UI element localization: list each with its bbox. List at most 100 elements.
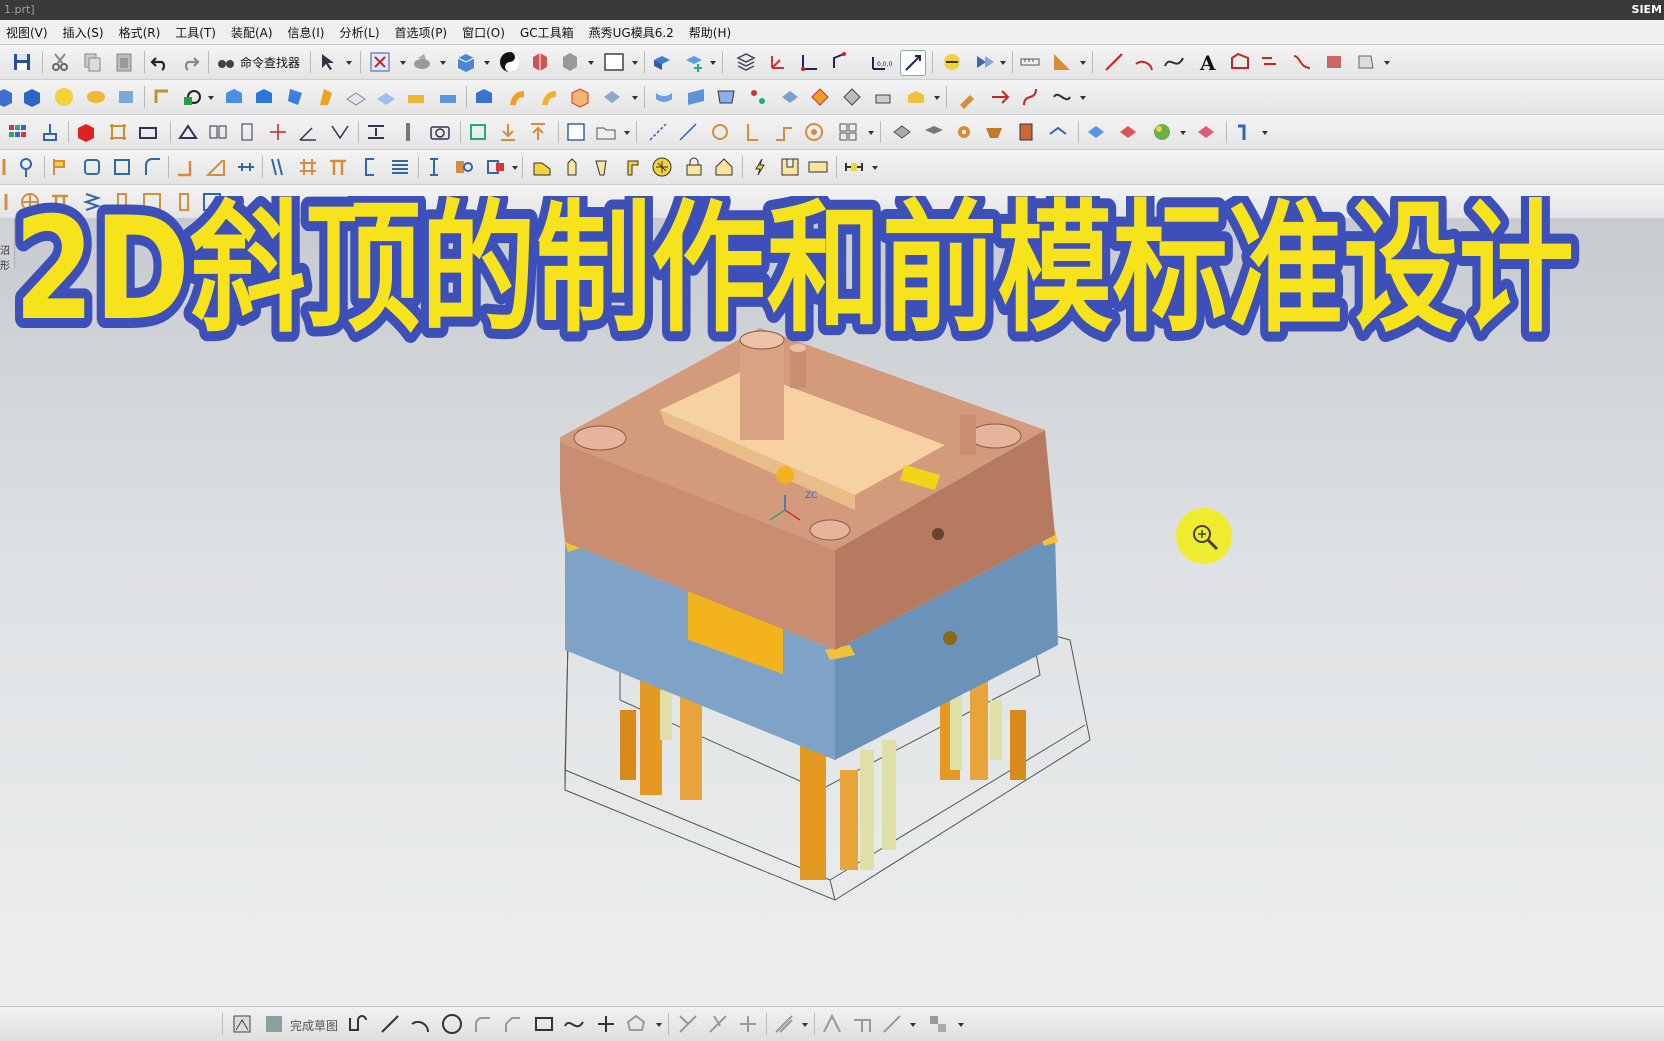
weld-icon[interactable]	[38, 120, 62, 144]
subtract-icon[interactable]	[222, 85, 246, 109]
t-slot-icon[interactable]	[326, 155, 350, 179]
unite-icon[interactable]	[180, 85, 204, 109]
background-icon[interactable]	[602, 50, 626, 74]
l-bracket-icon[interactable]	[620, 155, 644, 179]
pad-icon[interactable]	[374, 85, 398, 109]
download-icon[interactable]	[496, 120, 520, 144]
n-sided-surface-icon[interactable]	[778, 85, 802, 109]
corner-icon[interactable]	[140, 155, 164, 179]
color-palette-icon[interactable]	[6, 120, 30, 144]
constraint-icon[interactable]	[850, 1012, 874, 1036]
shell-icon[interactable]	[568, 85, 592, 109]
offset-curve-icon[interactable]	[1258, 50, 1282, 74]
rectangle-icon[interactable]	[110, 155, 134, 179]
finish-sketch-label[interactable]: 完成草图	[290, 1017, 338, 1034]
divider-bar-icon[interactable]	[396, 120, 420, 144]
color-sphere-icon[interactable]	[1150, 120, 1174, 144]
menu-yanxiu-mold[interactable]: 燕秀UG模具6.2	[583, 24, 680, 41]
slope-icon[interactable]	[204, 155, 228, 179]
ruled-surface-icon[interactable]	[652, 85, 676, 109]
flag-icon[interactable]	[48, 155, 72, 179]
lightning-icon[interactable]	[748, 155, 772, 179]
target-icon[interactable]	[802, 120, 826, 144]
mirror-icon[interactable]	[206, 120, 230, 144]
add-component-icon[interactable]	[682, 50, 706, 74]
offset-sketch-icon[interactable]	[772, 1012, 796, 1036]
polygon-icon[interactable]	[624, 1012, 648, 1036]
shaded-view-icon[interactable]	[454, 50, 478, 74]
play-forward-icon[interactable]	[972, 50, 996, 74]
edge-blend-icon[interactable]	[472, 85, 496, 109]
move-feature-icon[interactable]	[988, 85, 1012, 109]
hole-icon[interactable]	[284, 85, 308, 109]
save-icon[interactable]	[10, 50, 34, 74]
i-beam-icon[interactable]	[422, 155, 446, 179]
ruler-icon[interactable]	[842, 155, 866, 179]
sketch-line-icon[interactable]	[0, 155, 14, 179]
datum-plane-icon[interactable]	[828, 50, 852, 74]
fit-view-icon[interactable]	[368, 50, 392, 74]
render-style-icon[interactable]	[498, 50, 522, 74]
through-curves-icon[interactable]	[684, 85, 708, 109]
angle-icon[interactable]	[296, 120, 320, 144]
menu-help[interactable]: 帮助(H)	[683, 24, 737, 41]
suppress-feature-icon[interactable]	[1050, 85, 1074, 109]
groove-icon[interactable]	[436, 85, 460, 109]
menu-tools[interactable]: 工具(T)	[169, 24, 222, 41]
open-folder-icon[interactable]	[594, 120, 618, 144]
binoculars-icon[interactable]	[214, 50, 238, 74]
pattern-icon[interactable]	[836, 120, 860, 144]
point-icon[interactable]: 0,0,0	[868, 50, 892, 74]
face-delete-icon[interactable]	[1194, 120, 1218, 144]
surface-pattern-icon[interactable]	[890, 120, 914, 144]
sprue-icon[interactable]	[466, 120, 490, 144]
menu-preferences[interactable]: 首选项(P)	[389, 24, 454, 41]
workpiece-icon[interactable]	[106, 120, 130, 144]
assembly-icon[interactable]	[650, 50, 674, 74]
spline-icon[interactable]	[1162, 50, 1186, 74]
slide-icon[interactable]	[328, 120, 352, 144]
profile-icon[interactable]	[346, 1012, 370, 1036]
face-offset-icon[interactable]	[1116, 120, 1140, 144]
analysis-icon[interactable]	[1232, 120, 1256, 144]
wcs-orient-icon[interactable]	[900, 50, 926, 76]
rounded-rect-icon[interactable]	[80, 155, 104, 179]
command-finder-label[interactable]: 命令查找器	[240, 54, 300, 71]
cutter-icon[interactable]	[982, 120, 1006, 144]
quick-trim-icon[interactable]	[676, 1012, 700, 1036]
sweep-icon[interactable]	[150, 85, 174, 109]
drill-icon[interactable]	[590, 155, 614, 179]
pin-icon[interactable]	[14, 155, 38, 179]
paste-icon[interactable]	[112, 50, 136, 74]
sketch-line-tool-icon[interactable]	[378, 1012, 402, 1036]
step-icon[interactable]	[772, 120, 796, 144]
copy-icon[interactable]	[80, 50, 104, 74]
section-view-icon[interactable]	[528, 50, 552, 74]
ejector-icon[interactable]	[1046, 120, 1070, 144]
camera-icon[interactable]	[428, 120, 452, 144]
studio-spline-icon[interactable]	[562, 1012, 586, 1036]
mirror-sketch-icon[interactable]	[820, 1012, 844, 1036]
redo-icon[interactable]	[178, 50, 202, 74]
project-curve-icon[interactable]	[1290, 50, 1314, 74]
auto-constraint-icon[interactable]	[880, 1012, 904, 1036]
mold-assembly-model[interactable]: ZC	[560, 320, 1180, 960]
parallel-dim-icon[interactable]	[676, 120, 700, 144]
pocket-icon[interactable]	[344, 85, 368, 109]
menu-information[interactable]: 信息(I)	[282, 24, 331, 41]
point-tool-icon[interactable]	[594, 1012, 618, 1036]
lock-icon[interactable]	[682, 155, 706, 179]
measure-distance-icon[interactable]	[1018, 50, 1042, 74]
curve-more-icon[interactable]	[1354, 50, 1378, 74]
patch-icon[interactable]	[872, 85, 896, 109]
menu-insert[interactable]: 插入(S)	[57, 24, 110, 41]
sketch-arc-tool-icon[interactable]	[408, 1012, 432, 1036]
grid-hash-icon[interactable]	[296, 155, 320, 179]
chamfer-sketch-icon[interactable]	[500, 1012, 524, 1036]
thicken-icon[interactable]	[904, 85, 928, 109]
revolve-icon[interactable]	[114, 85, 138, 109]
menu-format[interactable]: 格式(R)	[113, 24, 167, 41]
offset-surface-icon[interactable]	[808, 85, 832, 109]
sew-icon[interactable]	[840, 85, 864, 109]
stack-icon[interactable]	[922, 120, 946, 144]
